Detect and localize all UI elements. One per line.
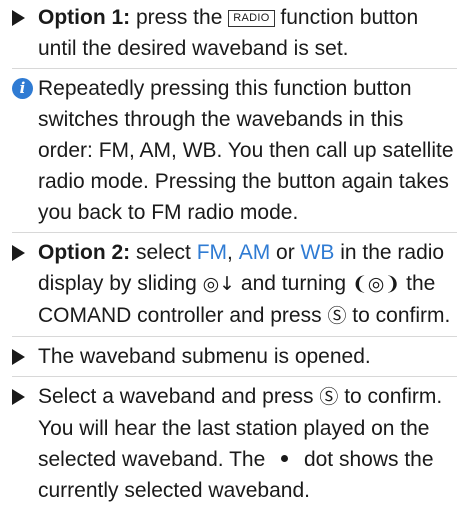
radio-key-label: RADIO — [228, 10, 275, 27]
fm-waveband-label: FM — [196, 241, 228, 264]
press-controller-icon: Ⓢ — [327, 305, 347, 327]
divider — [12, 336, 457, 337]
option-2-select-text: select — [130, 241, 197, 264]
wb-waveband-label: WB — [300, 241, 335, 264]
info-note: i Repeatedly pressing this function butt… — [12, 73, 457, 228]
slide-down-controller-icon: ◎↓ — [202, 273, 236, 295]
submenu-result-step: The waveband submenu is opened. — [12, 341, 457, 372]
option-1-step: Option 1: press the RADIO function butto… — [12, 2, 457, 64]
bullet-triangle-icon — [12, 389, 25, 405]
selected-dot-icon — [281, 455, 289, 462]
bullet-triangle-icon — [12, 349, 25, 365]
instruction-page: Option 1: press the RADIO function butto… — [0, 0, 471, 508]
or-text: or — [270, 241, 301, 264]
option-1-text-before: press the — [130, 6, 229, 29]
option-1-label: Option 1: — [38, 6, 131, 29]
info-icon: i — [12, 78, 33, 99]
option-2-end-text: to confirm. — [346, 304, 451, 327]
divider — [12, 376, 457, 377]
bullet-triangle-icon — [12, 245, 25, 261]
option-2-step: Option 2: select FM, AM or WB in the rad… — [12, 237, 457, 332]
turn-controller-icon: ❨◎❩ — [351, 273, 401, 295]
divider — [12, 68, 457, 69]
press-controller-icon: Ⓢ — [319, 386, 339, 408]
option-2-turning-text: and turning — [235, 272, 352, 295]
comma-text: , — [227, 241, 239, 264]
select-text-before: Select a waveband and press — [38, 385, 320, 408]
submenu-text: The waveband submenu is opened. — [38, 345, 371, 368]
am-waveband-label: AM — [238, 241, 271, 264]
option-2-label: Option 2: — [38, 241, 131, 264]
info-text: Repeatedly pressing this function button… — [38, 77, 454, 224]
bullet-triangle-icon — [12, 10, 25, 26]
divider — [12, 232, 457, 233]
select-waveband-step: Select a waveband and press Ⓢ to confirm… — [12, 381, 457, 506]
